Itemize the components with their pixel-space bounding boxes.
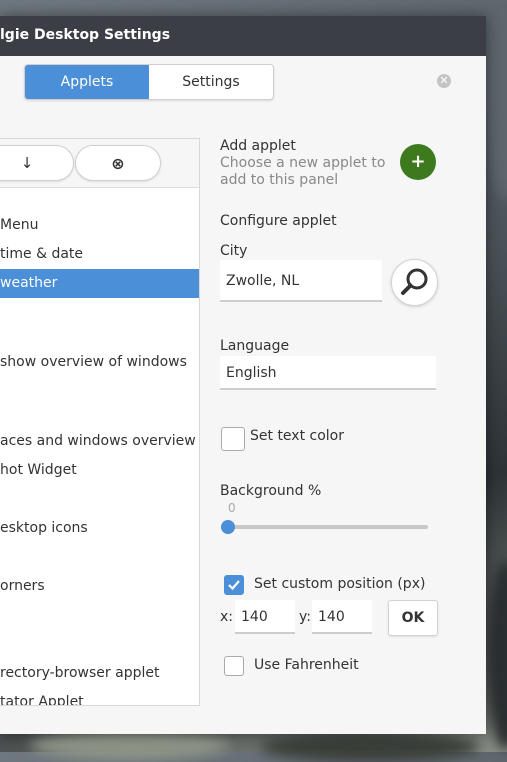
list-item-selected[interactable]: weather [0, 269, 199, 298]
applet-list-panel: ↓ ⊗ Menu time & date weather show overvi… [0, 138, 200, 706]
fahrenheit-checkbox[interactable] [224, 656, 244, 676]
wallpaper-blob [260, 732, 480, 762]
move-down-button[interactable]: ↓ [0, 145, 74, 181]
list-item[interactable]: aces and windows overview [0, 427, 199, 456]
add-applet-description-2: add to this panel [220, 172, 339, 188]
list-item[interactable]: rectory-browser applet [0, 659, 199, 688]
list-item[interactable]: tator Applet [0, 688, 199, 705]
city-input[interactable]: Zwolle, NL [220, 260, 382, 302]
window-titlebar[interactable]: lgie Desktop Settings [0, 16, 486, 56]
list-item[interactable]: hot Widget [0, 456, 199, 485]
arrow-down-icon: ↓ [20, 154, 34, 172]
window-title: lgie Desktop Settings [0, 27, 171, 43]
custom-position-checkbox[interactable] [224, 575, 244, 595]
configure-applet-heading: Configure applet [220, 213, 337, 229]
wallpaper-blob [486, 560, 507, 750]
list-item[interactable]: Menu [0, 211, 199, 240]
wallpaper-blob [30, 730, 230, 760]
y-position-input[interactable]: 140 [312, 600, 372, 634]
close-icon[interactable]: ✕ [437, 74, 451, 88]
tab-settings[interactable]: Settings [149, 65, 273, 99]
set-text-color-label: Set text color [250, 428, 344, 444]
add-applet-description: Choose a new applet to [220, 155, 386, 171]
checkmark-icon [228, 580, 240, 591]
background-slider-handle[interactable] [221, 520, 235, 534]
language-input[interactable]: English [220, 356, 436, 390]
background-value: 0 [228, 501, 236, 515]
x-position-input[interactable]: 140 [235, 600, 295, 634]
list-item[interactable]: orners [0, 572, 199, 601]
list-item[interactable]: esktop icons [0, 514, 199, 543]
background-slider-track[interactable] [228, 525, 428, 529]
add-applet-button[interactable]: + [400, 144, 436, 180]
remove-icon: ⊗ [111, 153, 125, 173]
ok-button[interactable]: OK [388, 600, 438, 636]
settings-window: lgie Desktop Settings Applets Settings ✕… [0, 16, 486, 734]
wallpaper-blob [486, 0, 507, 200]
language-label: Language [220, 338, 290, 354]
applet-list-toolbar: ↓ ⊗ [0, 139, 199, 188]
fahrenheit-label: Use Fahrenheit [254, 657, 359, 673]
plus-icon: + [410, 151, 426, 172]
add-applet-title: Add applet [220, 138, 296, 154]
search-icon [401, 268, 428, 295]
search-button[interactable] [391, 259, 438, 306]
remove-applet-button[interactable]: ⊗ [75, 145, 161, 181]
city-label: City [220, 243, 248, 259]
custom-position-label: Set custom position (px) [254, 576, 426, 592]
background-label: Background % [220, 483, 322, 499]
tab-applets[interactable]: Applets [25, 65, 149, 99]
x-label: x: [220, 609, 234, 625]
list-item[interactable]: time & date [0, 240, 199, 269]
list-item[interactable]: show overview of windows [0, 348, 199, 377]
tab-switcher: Applets Settings [24, 64, 274, 100]
y-label: y: [299, 609, 311, 625]
set-text-color-checkbox[interactable] [221, 427, 245, 451]
